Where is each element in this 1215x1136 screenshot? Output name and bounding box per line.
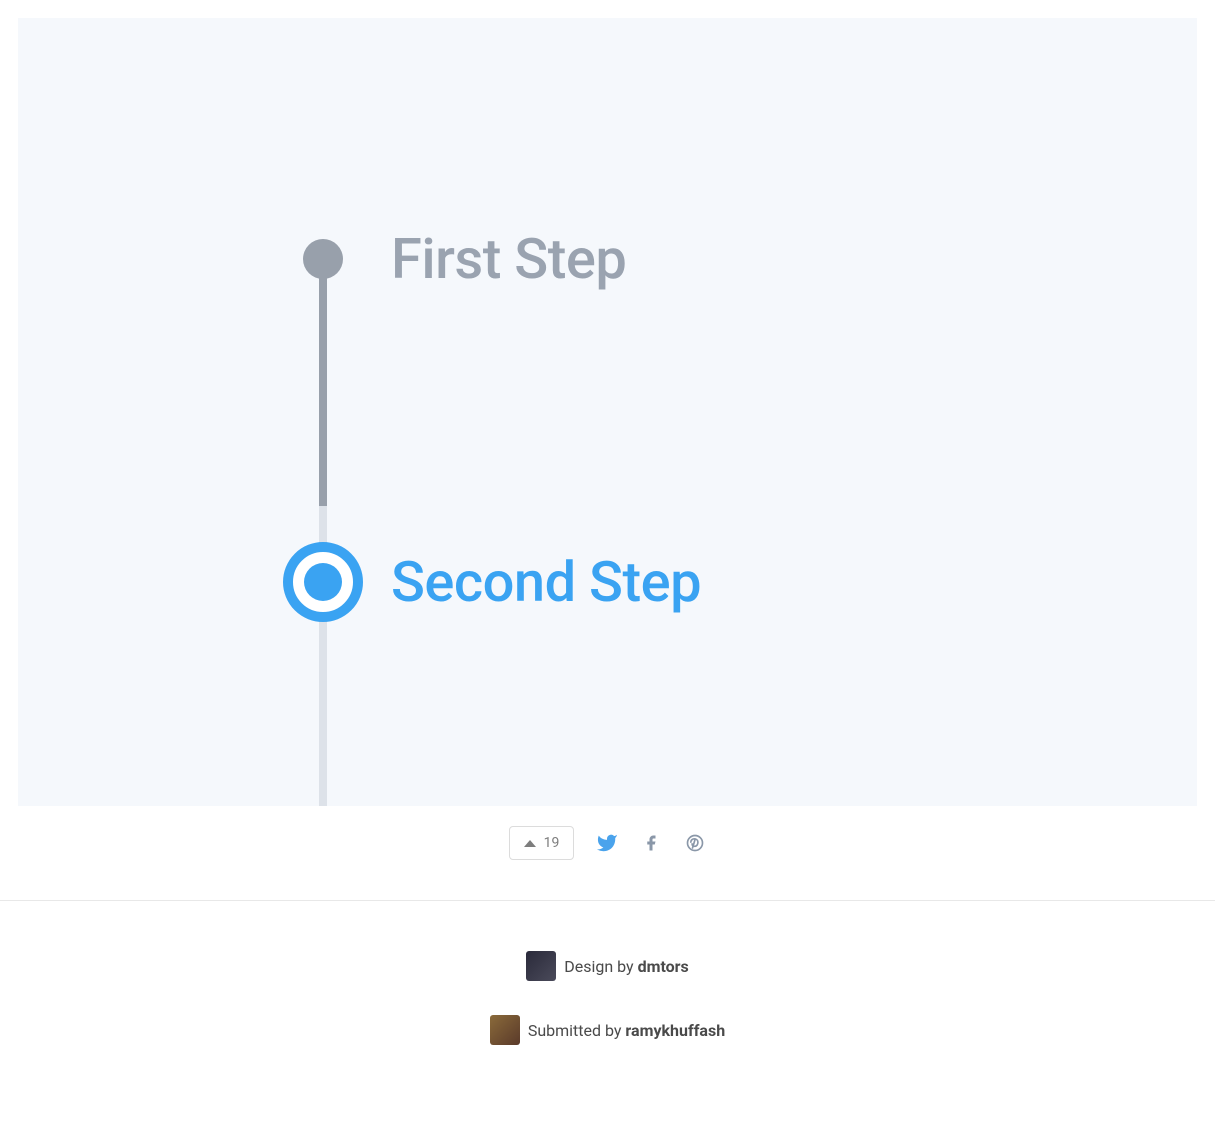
design-by-prefix: Design by (564, 957, 637, 976)
submitted-by-prefix: Submitted by (528, 1021, 626, 1040)
ring-dot-inner-icon (304, 563, 342, 601)
facebook-icon[interactable] (640, 832, 662, 854)
ring-dot-icon (283, 542, 363, 622)
step-marker-1 (283, 239, 363, 279)
upvote-button[interactable]: 19 (509, 826, 575, 860)
step-label-2: Second Step (391, 549, 701, 615)
caret-up-icon (524, 840, 536, 847)
pinterest-icon[interactable] (684, 832, 706, 854)
design-author-link[interactable]: dmtors (638, 957, 689, 976)
step-row-1: First Step (283, 226, 626, 292)
step-label-1: First Step (391, 226, 626, 292)
timeline: First Step Second Step (283, 226, 626, 292)
avatar (490, 1015, 520, 1045)
twitter-icon[interactable] (596, 832, 618, 854)
credits-section: Design by dmtors Submitted by ramykhuffa… (0, 951, 1215, 1045)
credit-design: Design by dmtors (526, 951, 689, 981)
step-marker-2 (283, 542, 363, 622)
design-canvas: First Step Second Step (18, 18, 1197, 806)
dot-icon (303, 239, 343, 279)
upvote-count: 19 (544, 835, 560, 851)
avatar (526, 951, 556, 981)
credit-submitted: Submitted by ramykhuffash (490, 1015, 725, 1045)
submitted-author-link[interactable]: ramykhuffash (625, 1021, 725, 1040)
step-row-2: Second Step (283, 542, 701, 622)
actions-bar: 19 (0, 826, 1215, 901)
connector-segment-done (319, 264, 327, 506)
connector-segment-pending-lower (319, 616, 327, 806)
